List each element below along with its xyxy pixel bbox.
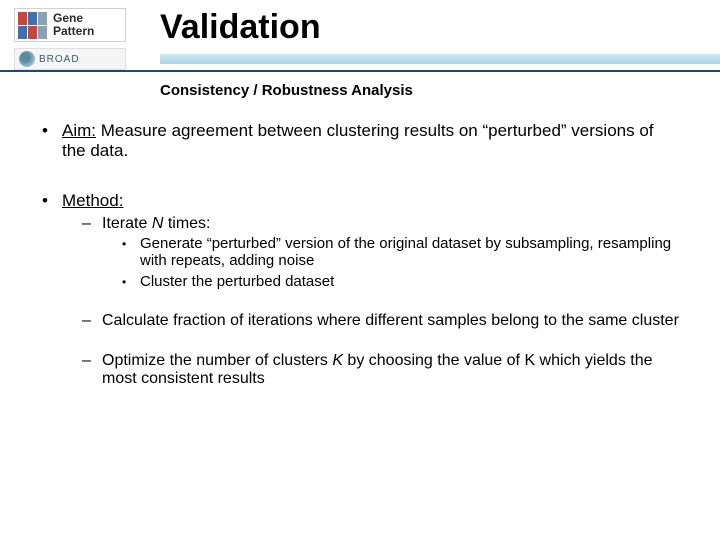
method-label: Method: [62,191,123,210]
method-iterate: Iterate N times: Generate “perturbed” ve… [102,215,680,290]
aim-label: Aim: [62,121,96,140]
slide-title: Validation [160,8,321,47]
optimize-var: K [332,352,343,369]
broad-swirl-icon [19,51,35,67]
method-calculate: Calculate fraction of iterations where d… [102,312,680,330]
bullet-method: Method: Iterate N times: Generate “pertu… [62,191,680,388]
iterate-suffix: times: [163,215,210,232]
slide-content: Aim: Measure agreement between clusterin… [40,121,680,388]
genepattern-logo: Gene Pattern [14,8,126,42]
logo-swatch-icon [18,12,47,39]
iterate-sub-generate: Generate “perturbed” version of the orig… [140,235,680,269]
iterate-sub-cluster: Cluster the perturbed dataset [140,273,680,290]
slide-subtitle: Consistency / Robustness Analysis [160,82,720,99]
logo-block: Gene Pattern BROAD [14,8,126,70]
slide-header: Gene Pattern BROAD Validation [0,0,720,72]
broad-logo: BROAD [14,48,126,70]
method-optimize: Optimize the number of clusters K by cho… [102,352,680,388]
genepattern-logo-text: Gene Pattern [53,12,94,38]
bullet-aim: Aim: Measure agreement between clusterin… [62,121,680,161]
aim-text: Measure agreement between clustering res… [62,121,654,160]
optimize-prefix: Optimize the number of clusters [102,352,332,369]
iterate-var: N [152,215,164,232]
title-stripe [160,54,720,64]
broad-logo-text: BROAD [39,54,80,65]
iterate-prefix: Iterate [102,215,152,232]
